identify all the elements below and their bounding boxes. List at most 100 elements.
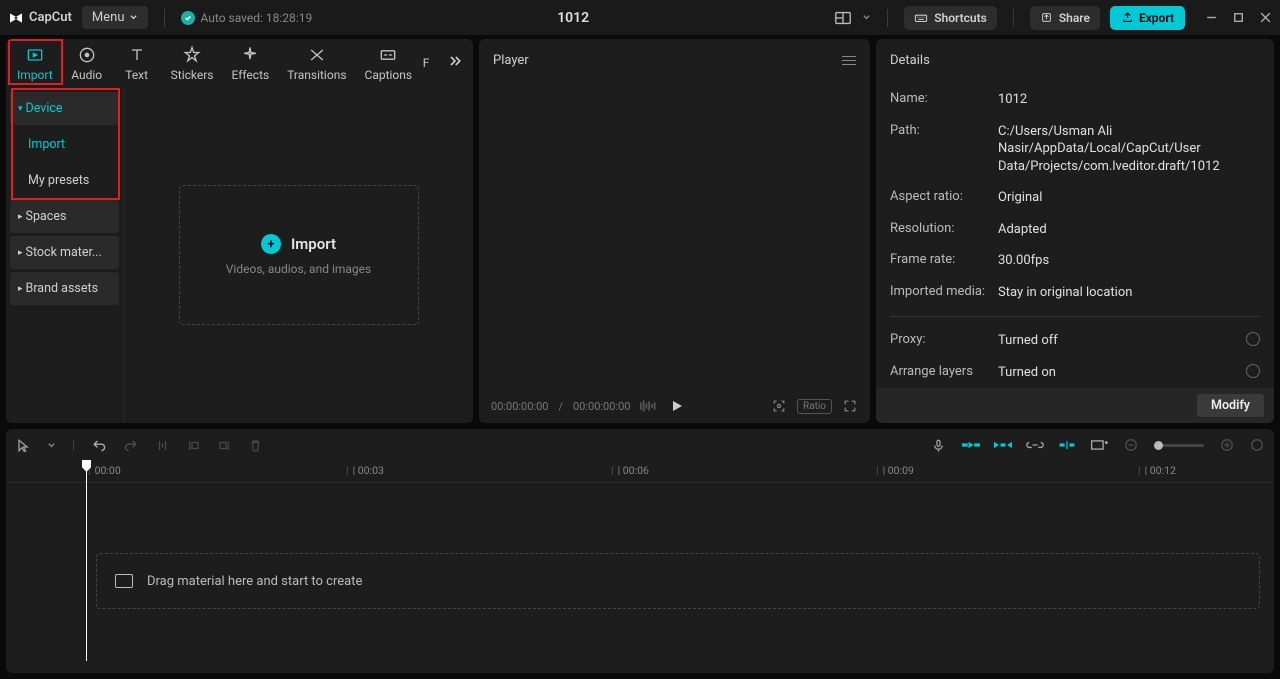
value-path: C:/Users/Usman Ali Nasir/AppData/Local/C… [998, 123, 1260, 176]
player-title: Player [493, 53, 529, 68]
label-imported: Imported media: [890, 284, 998, 302]
label-name: Name: [890, 91, 998, 109]
zoom-fit-button[interactable] [1250, 438, 1264, 452]
label-res: Resolution: [890, 221, 998, 239]
zoom-out-button[interactable] [1124, 438, 1138, 452]
tab-label: Text [125, 68, 148, 82]
player-controls: 00:00:00:00 / 00:00:00:00 Ratio [479, 389, 870, 423]
playhead[interactable] [86, 461, 87, 661]
maximize-button[interactable] [1232, 11, 1245, 24]
snap-group [962, 438, 1108, 452]
sidebar-item-stock[interactable]: ▸Stock mater... [10, 236, 119, 269]
tab-more-partial[interactable]: F [421, 52, 431, 74]
tab-audio[interactable]: Audio [62, 41, 112, 85]
time-total: 00:00:00:00 [573, 400, 630, 413]
layout-icon[interactable] [834, 9, 852, 27]
undo-button[interactable] [91, 437, 107, 453]
tab-text[interactable]: Text [112, 41, 162, 85]
play-button[interactable] [670, 399, 684, 413]
audio-icon [77, 45, 97, 65]
player-viewport[interactable] [479, 81, 870, 389]
time-separator: / [558, 400, 563, 413]
auto-snap[interactable] [994, 438, 1012, 452]
timeline-dropzone[interactable]: Drag material here and start to create [96, 553, 1260, 609]
volume-icon[interactable] [640, 400, 660, 412]
label-fps: Frame rate: [890, 252, 998, 270]
sidebar-label: Stock mater... [26, 245, 102, 260]
trim-right-button[interactable] [217, 438, 232, 453]
sidebar-item-presets[interactable]: My presets [10, 164, 119, 197]
player-panel: Player 00:00:00:00 / 00:00:00:00 Ratio [479, 39, 870, 423]
sidebar-item-brand[interactable]: ▸Brand assets [10, 272, 119, 305]
sidebar-item-device[interactable]: ▾Device [10, 92, 119, 125]
tab-stickers[interactable]: Stickers [162, 41, 223, 85]
timeline-toolbar: | [6, 429, 1274, 461]
export-label: Export [1139, 11, 1174, 25]
divider [890, 316, 1260, 317]
player-menu-button[interactable] [842, 56, 856, 65]
cover-button[interactable] [1090, 438, 1108, 452]
zoom-slider[interactable] [1154, 444, 1204, 447]
value-proxy: Turned off [998, 332, 1240, 350]
player-header: Player [479, 39, 870, 81]
divider [164, 9, 165, 27]
modify-button[interactable]: Modify [1197, 394, 1264, 417]
mic-button[interactable] [931, 438, 946, 453]
sidebar-item-import[interactable]: Import [10, 128, 119, 161]
sidebar-item-spaces[interactable]: ▸Spaces [10, 200, 119, 233]
shortcuts-button[interactable]: Shortcuts [904, 6, 997, 30]
divider [1013, 9, 1014, 27]
share-button[interactable]: Share [1030, 6, 1100, 30]
sidebar-label: Brand assets [26, 281, 99, 296]
tab-transitions[interactable]: Transitions [278, 41, 355, 85]
info-icon[interactable] [1246, 364, 1260, 378]
select-tool-dropdown[interactable] [47, 441, 56, 450]
tab-label: F [423, 56, 430, 70]
chevron-down-icon[interactable] [862, 13, 871, 22]
menu-button[interactable]: Menu [82, 6, 148, 29]
sidebar-label: My presets [28, 173, 89, 188]
trim-left-button[interactable] [186, 438, 201, 453]
tab-import[interactable]: Import [8, 41, 62, 85]
preview-axis[interactable] [1058, 438, 1076, 452]
focus-icon[interactable] [771, 398, 787, 414]
auto-saved-status: Auto saved: 18:28:19 [181, 11, 313, 25]
time-current: 00:00:00:00 [491, 400, 548, 413]
split-button[interactable] [155, 438, 170, 453]
select-tool[interactable] [16, 438, 31, 453]
title-bar: CapCut Menu Auto saved: 18:28:19 1012 Sh… [0, 0, 1280, 35]
import-dropzone[interactable]: + Import Videos, audios, and images [179, 185, 419, 325]
tab-label: Audio [71, 68, 102, 82]
export-button[interactable]: Export [1110, 6, 1185, 30]
app-name: CapCut [29, 10, 72, 25]
delete-button[interactable] [248, 438, 263, 453]
tab-captions[interactable]: Captions [356, 41, 422, 85]
sidebar-label: Spaces [26, 209, 67, 224]
sidebar-label: Import [28, 137, 65, 152]
tab-effects[interactable]: Effects [223, 41, 279, 85]
minimize-button[interactable] [1205, 11, 1218, 24]
share-icon [1040, 11, 1053, 24]
chevron-down-icon: ▾ [18, 104, 23, 114]
fullscreen-icon[interactable] [842, 398, 858, 414]
chevron-double-right-icon [447, 53, 463, 69]
import-subtext: Videos, audios, and images [226, 262, 371, 276]
tabs-overflow-button[interactable] [439, 53, 471, 73]
value-ar: Original [998, 189, 1260, 207]
main-track-magnet[interactable] [962, 438, 980, 452]
ruler-mark: | 00:03 [346, 464, 384, 477]
value-layers: Turned on [998, 364, 1240, 382]
info-icon[interactable] [1246, 332, 1260, 346]
timeline-ruler[interactable]: 00:00 | 00:03 | 00:06 | 00:09 | 00:12 [6, 461, 1274, 483]
ruler-mark: | 00:06 [611, 464, 649, 477]
close-button[interactable] [1259, 11, 1272, 24]
details-body: Name:1012 Path:C:/Users/Usman Ali Nasir/… [876, 81, 1274, 388]
captions-icon [378, 45, 398, 65]
ratio-button[interactable]: Ratio [797, 399, 832, 414]
redo-button[interactable] [123, 437, 139, 453]
timeline[interactable]: 00:00 | 00:03 | 00:06 | 00:09 | 00:12 Dr… [6, 461, 1274, 673]
transitions-icon [307, 45, 327, 65]
link-button[interactable] [1026, 438, 1044, 452]
tab-label: Captions [365, 68, 413, 82]
zoom-in-button[interactable] [1220, 438, 1234, 452]
